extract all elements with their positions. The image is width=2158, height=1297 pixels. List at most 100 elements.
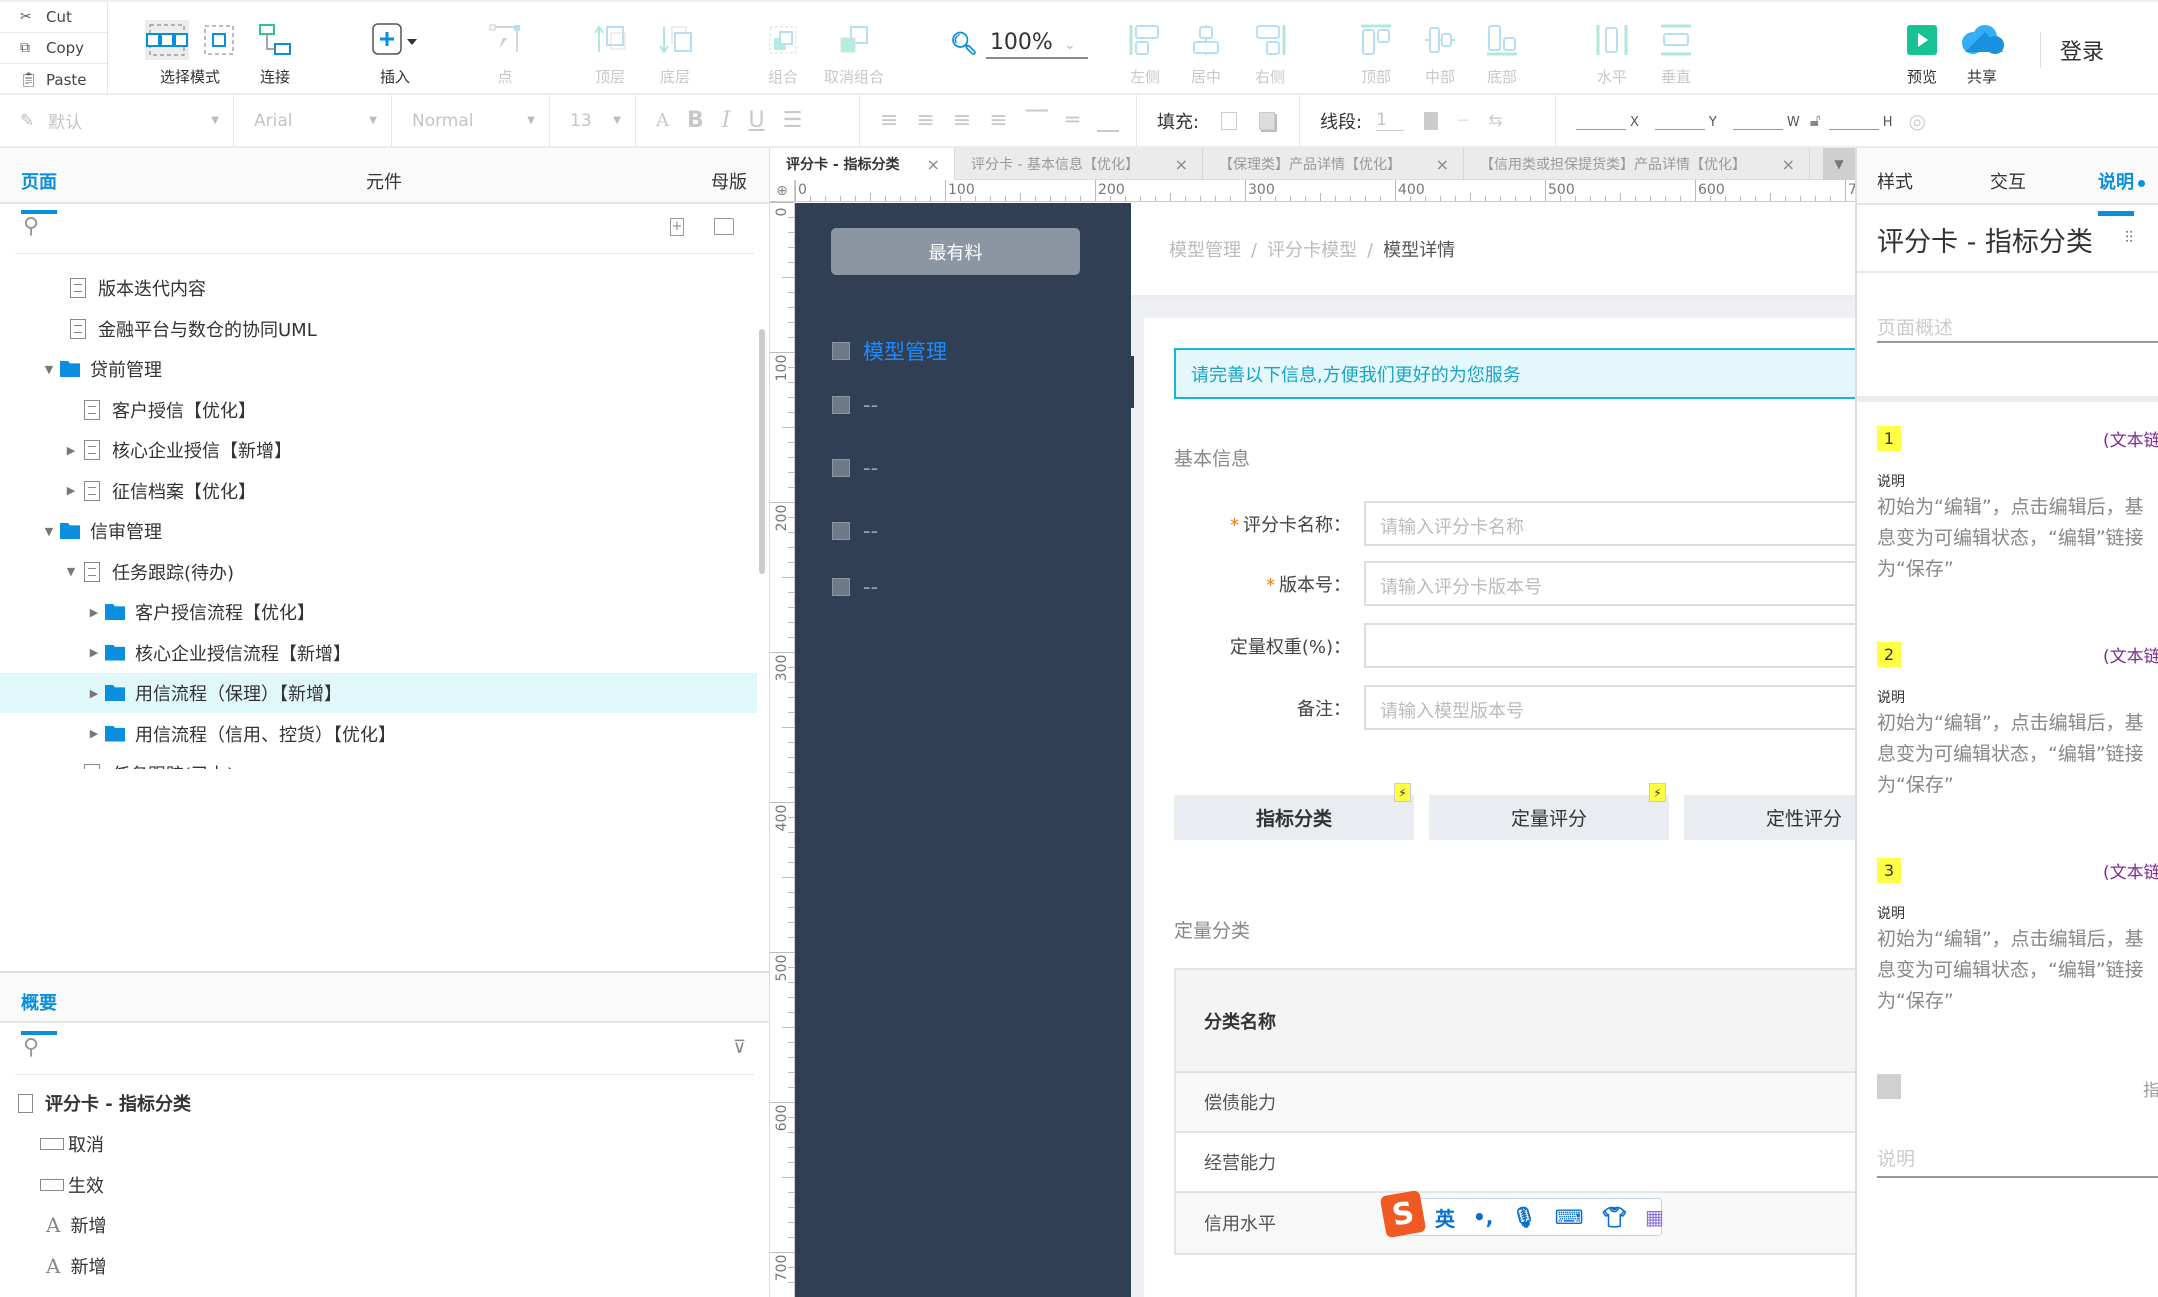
login-button[interactable]: 登录	[2060, 34, 2104, 66]
form-input[interactable]: 请输入模型版本号	[1364, 685, 1855, 730]
font-family-select[interactable]: Arial ▼	[234, 95, 392, 146]
tree-item[interactable]: ▶ 征信档案【优化】	[0, 471, 757, 511]
document-tab[interactable]: 评分卡 - 基本信息【优化】 ×	[955, 148, 1203, 180]
align-text-center-icon[interactable]: ≡	[916, 108, 934, 133]
add-page-icon[interactable]: +	[670, 218, 684, 236]
align-left-button[interactable]: 左侧	[1125, 2, 1165, 95]
fill-color-swatch[interactable]	[1221, 111, 1238, 130]
caret-right-icon[interactable]: ▶	[87, 687, 101, 700]
note-widget-link[interactable]: (文本链	[2103, 642, 2158, 667]
filter-sort-icon[interactable]: ⊽	[733, 1037, 746, 1058]
valign-middle-icon[interactable]: ═	[1066, 108, 1079, 133]
tab-style[interactable]: 样式	[1877, 168, 1913, 194]
align-text-right-icon[interactable]: ≡	[953, 108, 971, 133]
caret-right-icon[interactable]: ▶	[87, 606, 101, 619]
preview-button[interactable]: 预览	[1900, 2, 1944, 95]
copy-button[interactable]: ⧉ Copy	[0, 33, 107, 64]
tree-item[interactable]: ▶ 任务跟踪(已办)	[0, 754, 757, 769]
tab-masters[interactable]: 母版	[711, 168, 747, 194]
close-icon[interactable]: ×	[1175, 155, 1188, 174]
caret-down-icon[interactable]: ▼	[64, 565, 78, 578]
tree-item[interactable]: 版本迭代内容	[0, 268, 757, 308]
breadcrumb-scorecard[interactable]: 评分卡模型	[1267, 240, 1357, 261]
caret-down-icon[interactable]: ▼	[42, 363, 56, 376]
close-icon[interactable]: ×	[1436, 155, 1449, 174]
align-top-button[interactable]: 顶部	[1356, 2, 1396, 95]
toolbox-grid-icon[interactable]: ▦	[1645, 1205, 1664, 1229]
h-field[interactable]: H	[1828, 112, 1893, 130]
new-note-link[interactable]: 指	[2143, 1076, 2158, 1101]
lock-icon[interactable]: 🔓︎	[1810, 111, 1821, 131]
align-text-justify-icon[interactable]: ≡	[989, 108, 1007, 133]
skin-shirt-icon[interactable]: 👕︎	[1602, 1205, 1627, 1229]
tree-item[interactable]: ▶ 用信流程（信用、控货）【优化】	[0, 714, 757, 754]
proto-menu-item[interactable]: 模型管理	[832, 336, 947, 366]
tab-widgets[interactable]: 元件	[366, 168, 402, 194]
align-bottom-button[interactable]: 底部	[1482, 2, 1522, 95]
form-input[interactable]: 请输入评分卡版本号	[1364, 561, 1855, 606]
close-icon[interactable]: ×	[927, 155, 940, 174]
bring-to-front-button[interactable]: 顶层	[585, 2, 635, 95]
tree-item[interactable]: ▼ 信审管理	[0, 511, 757, 551]
search-icon[interactable]: ⚲	[23, 214, 39, 239]
caret-down-icon[interactable]: ▼	[42, 525, 56, 538]
share-button[interactable]: 共享	[1955, 2, 2009, 95]
distribute-horizontal-button[interactable]: 水平	[1592, 2, 1632, 95]
tree-item[interactable]: ▶ 核心企业授信流程【新增】	[0, 633, 757, 673]
note-widget-link[interactable]: (文本链	[2103, 426, 2158, 451]
outline-item[interactable]: A 新增	[40, 1253, 106, 1279]
valign-top-icon[interactable]: ⎺	[1026, 108, 1048, 133]
valign-bottom-icon[interactable]: ⎽	[1097, 108, 1119, 133]
page-overview-input[interactable]: 页面概述	[1877, 313, 2158, 343]
zoom-control[interactable]: 🔍︎ 100% ⌄	[950, 30, 1088, 59]
document-tab[interactable]: 【信用类或担保提货类】产品详情【优化】 ×	[1464, 148, 1810, 180]
add-folder-icon[interactable]	[714, 218, 734, 235]
breadcrumb-model-mgmt[interactable]: 模型管理	[1169, 240, 1241, 261]
proto-menu-item[interactable]: --	[832, 575, 878, 599]
table-row[interactable]: 经营能力	[1176, 1133, 1855, 1193]
caret-right-icon[interactable]: ▶	[64, 768, 78, 770]
tree-scrollbar[interactable]	[759, 329, 765, 574]
tree-item[interactable]: ▶ 核心企业授信【新增】	[0, 430, 757, 470]
bullet-list-icon[interactable]: ☰	[783, 108, 803, 133]
align-right-button[interactable]: 右侧	[1250, 2, 1290, 95]
ruler-origin-icon[interactable]: ⊕	[770, 180, 795, 202]
stroke-pattern-icon[interactable]: ┈	[1458, 111, 1468, 131]
ime-mode-toggle[interactable]: 英	[1435, 1203, 1455, 1232]
document-tab[interactable]: 评分卡 - 指标分类 ×	[770, 148, 955, 180]
keyboard-icon[interactable]: ⌨	[1555, 1205, 1584, 1229]
ime-toolbar[interactable]: S 英 •, 🎙︎ ⌨ 👕︎ ▦	[1379, 1189, 1664, 1239]
note-widget-link[interactable]: (文本链	[2103, 858, 2158, 883]
ime-punct-toggle[interactable]: •,	[1473, 1205, 1493, 1229]
align-center-button[interactable]: 居中	[1186, 2, 1226, 95]
w-field[interactable]: W	[1732, 112, 1800, 130]
proto-brand-button[interactable]: 最有料	[831, 228, 1080, 275]
send-to-back-button[interactable]: 底层	[650, 2, 700, 95]
arrow-style-icon[interactable]: ⇆	[1488, 111, 1502, 131]
paste-button[interactable]: 📋︎ Paste	[0, 64, 107, 95]
tab-notes[interactable]: 说明	[2098, 168, 2145, 216]
document-tab[interactable]: 【保理类】产品详情【优化】 ×	[1203, 148, 1464, 180]
table-row[interactable]: 偿债能力	[1176, 1073, 1855, 1133]
note-description-input[interactable]: 说明	[1877, 1144, 2158, 1178]
tab-pages[interactable]: 页面	[21, 168, 57, 214]
group-button[interactable]: 组合	[758, 2, 808, 95]
underline-icon[interactable]: U	[748, 108, 764, 133]
select-mode-button[interactable]: 选择模式	[125, 2, 255, 95]
cut-button[interactable]: ✂ Cut	[0, 2, 107, 33]
tree-item[interactable]: 金融平台与数仓的协同UML	[0, 309, 757, 349]
outline-item[interactable]: A 新增	[40, 1212, 106, 1238]
connect-button[interactable]: 连接	[245, 2, 305, 95]
tree-item[interactable]: ▼ 任务跟踪(待办)	[0, 552, 757, 592]
font-weight-select[interactable]: Normal ▼	[392, 95, 550, 146]
caret-right-icon[interactable]: ▶	[64, 484, 78, 497]
tab-outline[interactable]: 概要	[21, 989, 57, 1035]
font-size-select[interactable]: 13 ▼	[550, 95, 636, 146]
note-fields-settings-icon[interactable]: ⫶⫶	[2125, 228, 2133, 248]
form-input[interactable]: 请输入评分卡名称	[1364, 501, 1855, 546]
proto-menu-item[interactable]: --	[832, 456, 878, 480]
insert-button[interactable]: 插入	[360, 2, 430, 95]
stroke-width-input[interactable]: 1	[1376, 110, 1405, 131]
style-select[interactable]: ✎ 默认 ▼	[0, 95, 234, 146]
tree-item[interactable]: ▶ 用信流程（保理）【新增】	[0, 673, 757, 713]
